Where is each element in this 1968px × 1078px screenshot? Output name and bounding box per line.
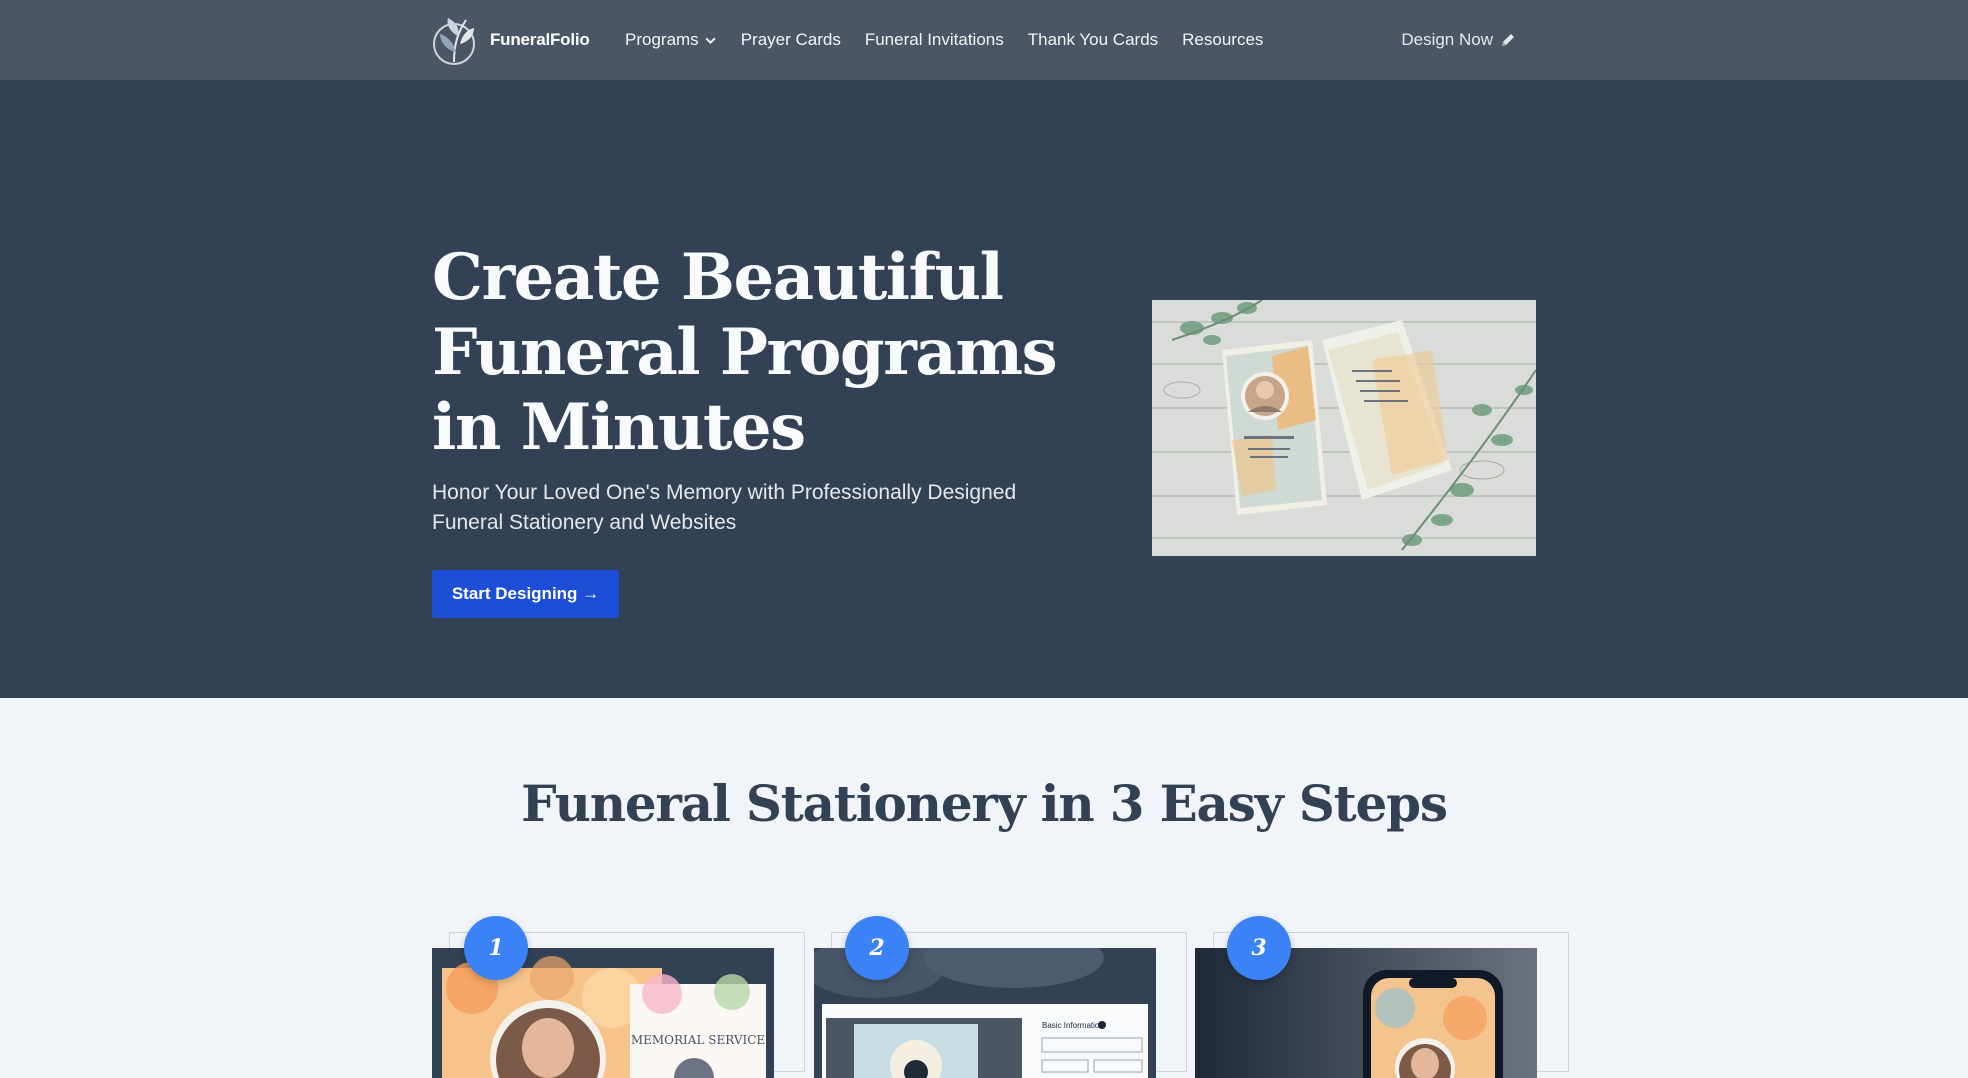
leaf-logo-icon (433, 18, 475, 65)
main-menu: Programs Prayer Cards Funeral Invitation… (625, 0, 1287, 80)
brand-logo-link[interactable]: FuneralFolio (432, 14, 590, 66)
hero-subtitle: Honor Your Loved One's Memory with Profe… (432, 481, 1017, 534)
pencil-icon (1502, 34, 1514, 46)
menu-item-programs-label: Programs (625, 30, 699, 49)
step-badge-1: 1 (464, 916, 528, 980)
step-badge-3: 3 (1227, 916, 1291, 980)
menu-item-prayer-cards[interactable]: Prayer Cards (741, 30, 841, 50)
step-1-image-text: MEMORIAL SERVICE (631, 1033, 765, 1047)
design-now-link[interactable]: Design Now (1401, 0, 1516, 80)
program-mockup-image (1152, 300, 1536, 556)
brand-name: FuneralFolio (490, 30, 590, 49)
menu-item-thank-you-cards[interactable]: Thank You Cards (1028, 30, 1158, 50)
menu-item-resources[interactable]: Resources (1182, 30, 1263, 50)
step-2-image-text: Basic Information (1042, 1021, 1104, 1030)
hero-title: Create Beautiful Funeral Programs in Min… (432, 240, 1058, 465)
hero-section: Create Beautiful Funeral Programs in Min… (0, 80, 1968, 698)
menu-item-programs[interactable]: Programs (625, 30, 717, 50)
design-now-label: Design Now (1401, 30, 1493, 49)
top-nav: FuneralFolio Programs Prayer Cards Funer… (0, 0, 1968, 80)
step-badge-2: 2 (845, 916, 909, 980)
start-designing-button[interactable]: Start Designing → (432, 570, 619, 618)
chevron-down-icon (705, 37, 716, 44)
steps-section-title: Funeral Stationery in 3 Easy Steps (521, 774, 1448, 833)
menu-item-funeral-invitations[interactable]: Funeral Invitations (865, 30, 1004, 50)
